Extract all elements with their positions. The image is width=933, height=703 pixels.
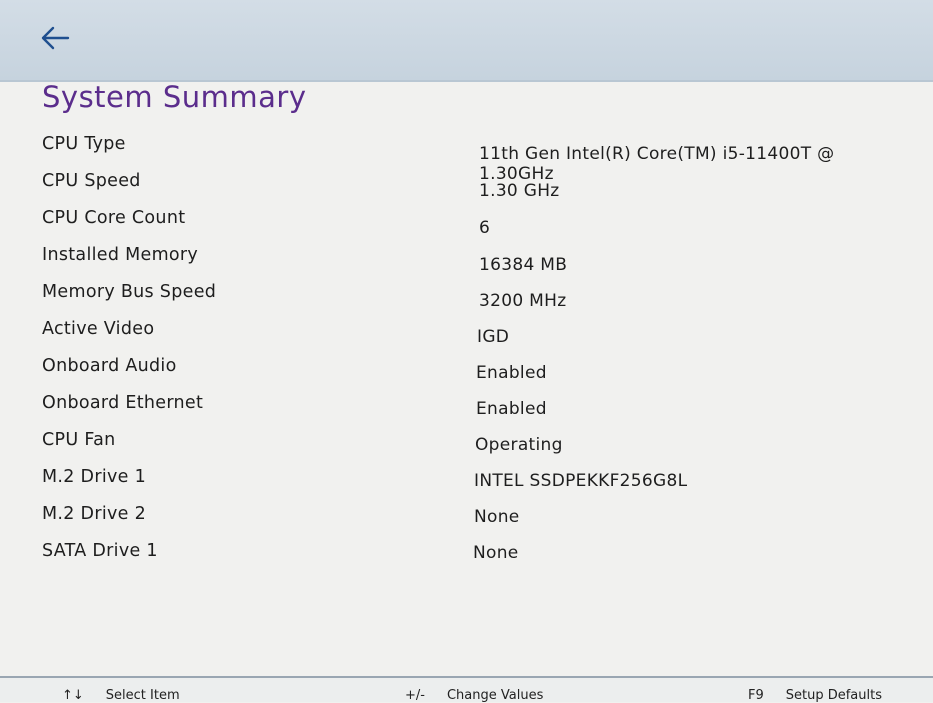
hint-label: Select Item xyxy=(105,688,180,703)
system-summary-list: CPU Type 11th Gen Intel(R) Core(TM) i5-1… xyxy=(42,130,912,574)
row-value: 1.30 GHz xyxy=(479,181,560,201)
hint-label: Change Values xyxy=(446,688,544,703)
row-value: IGD xyxy=(477,327,510,347)
hint-label: Setup Defaults xyxy=(785,688,882,703)
summary-row-cpu-core-count: CPU Core Count 6 xyxy=(42,204,912,241)
row-value: Operating xyxy=(475,435,563,455)
key-hints-bar: ↑↓ Select Item +/- Change Values F9 Setup D… xyxy=(0,676,933,703)
row-label: Installed Memory xyxy=(42,245,199,265)
summary-row-cpu-speed: CPU Speed 1.30 GHz xyxy=(42,167,912,204)
summary-row-sata-drive-1: SATA Drive 1 None xyxy=(42,537,912,574)
row-value: Enabled xyxy=(476,399,547,419)
row-value: None xyxy=(474,507,520,527)
hint-key: +/- xyxy=(405,688,425,703)
row-label: CPU Fan xyxy=(42,430,116,450)
top-bar xyxy=(0,0,933,82)
row-label: CPU Core Count xyxy=(42,208,186,228)
row-value: Enabled xyxy=(476,363,547,383)
row-value: None xyxy=(473,543,519,563)
summary-row-m2-drive-1: M.2 Drive 1 INTEL SSDPEKKF256G8L xyxy=(42,463,912,500)
arrow-left-icon xyxy=(41,26,70,50)
hint-change-values: +/- Change Values xyxy=(405,688,543,703)
row-label: M.2 Drive 2 xyxy=(42,504,147,524)
summary-row-onboard-audio: Onboard Audio Enabled xyxy=(42,352,912,389)
summary-row-m2-drive-2: M.2 Drive 2 None xyxy=(42,500,912,537)
row-value: 16384 MB xyxy=(479,255,568,275)
summary-row-cpu-fan: CPU Fan Operating xyxy=(42,426,912,463)
row-label: CPU Speed xyxy=(42,171,141,191)
row-value: 3200 MHz xyxy=(479,291,567,311)
summary-row-memory-bus-speed: Memory Bus Speed 3200 MHz xyxy=(42,278,912,315)
row-label: SATA Drive 1 xyxy=(42,541,158,561)
hint-select-item: ↑↓ Select Item xyxy=(62,688,180,703)
hint-setup-defaults: F9 Setup Defaults xyxy=(748,688,882,703)
row-value: INTEL SSDPEKKF256G8L xyxy=(474,471,688,491)
row-label: Memory Bus Speed xyxy=(42,282,217,302)
back-button[interactable] xyxy=(38,22,72,54)
hint-key: F9 xyxy=(748,688,764,703)
summary-row-cpu-type: CPU Type 11th Gen Intel(R) Core(TM) i5-1… xyxy=(42,130,912,184)
row-label: Onboard Audio xyxy=(42,356,177,376)
row-label: M.2 Drive 1 xyxy=(42,467,147,487)
hint-key: ↑↓ xyxy=(62,688,84,703)
row-label: Onboard Ethernet xyxy=(42,393,204,413)
page-title: System Summary xyxy=(42,80,307,114)
row-value: 6 xyxy=(479,218,491,238)
row-label: CPU Type xyxy=(42,134,126,154)
summary-row-onboard-ethernet: Onboard Ethernet Enabled xyxy=(42,389,912,426)
summary-row-active-video: Active Video IGD xyxy=(42,315,912,352)
summary-row-installed-memory: Installed Memory 16384 MB xyxy=(42,241,912,278)
row-label: Active Video xyxy=(42,319,155,339)
